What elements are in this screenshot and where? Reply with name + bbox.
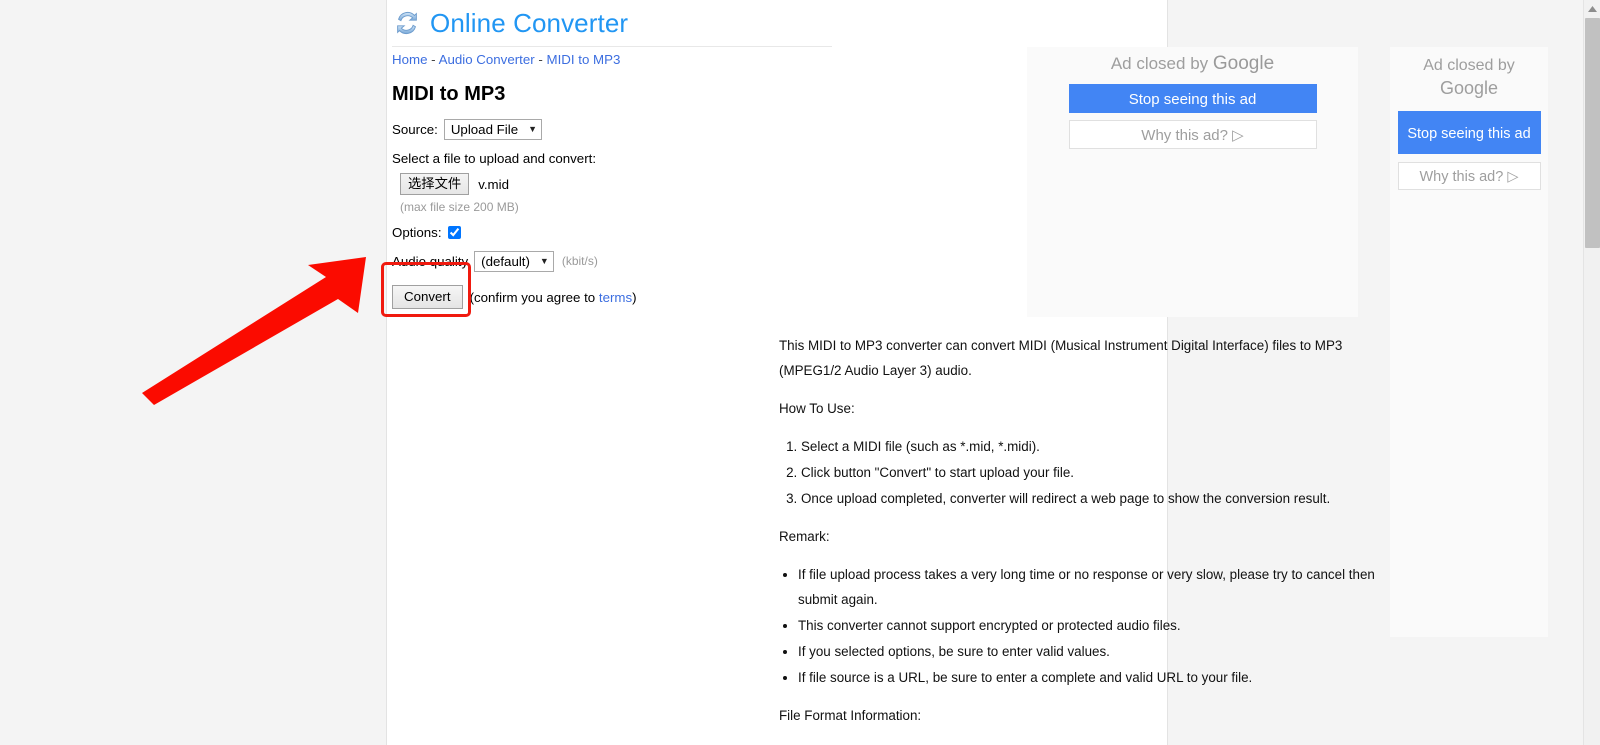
list-item: If file source is a URL, be sure to ente… (798, 665, 1394, 690)
terms-note: (confirm you agree to terms) (470, 290, 637, 305)
file-input-row: 选择文件 v.mid (400, 173, 642, 195)
right-ad-stop-seeing-button[interactable]: Stop seeing this ad (1397, 111, 1541, 154)
audio-quality-row: Audio quality (default) ▼ (kbit/s) (392, 251, 642, 272)
list-item: Click button "Convert" to start upload y… (801, 460, 1394, 485)
list-item: If file upload process takes a very long… (798, 562, 1394, 612)
options-label: Options: (392, 225, 442, 240)
header-divider (392, 46, 832, 47)
chevron-down-icon: ▼ (539, 256, 549, 266)
page-title: MIDI to MP3 (392, 83, 506, 105)
list-item: If you selected options, be sure to ente… (798, 639, 1394, 664)
audio-quality-select[interactable]: (default) ▼ (474, 251, 554, 272)
list-item: Once upload completed, converter will re… (801, 486, 1394, 511)
breadcrumb-item-audio-converter[interactable]: Audio Converter (439, 52, 535, 67)
source-row: Source: Upload File ▼ (392, 119, 642, 140)
audio-quality-label: Audio quality (392, 254, 469, 269)
list-item: Select a MIDI file (such as *.mid, *.mid… (801, 434, 1394, 459)
scroll-up-arrow-icon[interactable] (1584, 0, 1600, 17)
select-file-label: Select a file to upload and convert: (392, 151, 597, 166)
source-select-value: Upload File (450, 122, 519, 137)
breadcrumb-item-midi-to-mp3[interactable]: MIDI to MP3 (547, 52, 621, 67)
audio-quality-select-value: (default) (481, 254, 530, 269)
browser-viewport: Online Converter Home - Audio Converter … (0, 0, 1600, 745)
max-file-size-note: (max file size 200 MB) (400, 200, 519, 214)
site-header: Online Converter (387, 0, 1169, 46)
inline-ad-google-brand: Google (1212, 53, 1275, 74)
remark-heading: Remark: (779, 529, 830, 544)
remark-list: If file upload process takes a very long… (779, 562, 1394, 690)
chevron-down-icon: ▼ (528, 124, 538, 134)
convert-button[interactable]: Convert (392, 285, 463, 309)
inline-ad-closed-label: Ad closed by Google (1111, 53, 1274, 75)
body-copy: This MIDI to MP3 converter can convert M… (779, 333, 1394, 745)
audio-quality-unit: (kbit/s) (561, 254, 598, 268)
inline-ad-block: Ad closed by Google Stop seeing this ad … (1027, 47, 1358, 317)
play-triangle-icon: ▷ (1232, 127, 1244, 144)
breadcrumb: Home - Audio Converter - MIDI to MP3 (392, 50, 642, 70)
play-triangle-icon: ▷ (1507, 169, 1519, 185)
list-item: This converter cannot support encrypted … (798, 613, 1394, 638)
breadcrumb-separator: - (534, 52, 547, 67)
right-ad-why-label: Why this ad? (1419, 169, 1504, 185)
inline-ad-closed-prefix: Ad closed by (1110, 54, 1209, 73)
refresh-arrows-icon (392, 8, 422, 38)
list-item: MIDI (Musical Instrument Digital Interfa… (798, 741, 1394, 745)
breadcrumb-separator: - (427, 52, 439, 67)
intro-paragraph: This MIDI to MP3 converter can convert M… (779, 338, 1343, 378)
vertical-scrollbar[interactable] (1583, 0, 1600, 745)
site-title: Online Converter (430, 7, 629, 38)
breadcrumb-item-home[interactable]: Home (392, 52, 427, 67)
file-format-heading: File Format Information: (779, 708, 922, 723)
file-format-list: MIDI (Musical Instrument Digital Interfa… (779, 741, 1394, 745)
terms-note-prefix: (confirm you agree to (469, 289, 599, 305)
choose-file-button[interactable]: 选择文件 (400, 173, 470, 195)
options-row: Options: (392, 224, 642, 241)
inline-ad-stop-seeing-button[interactable]: Stop seeing this ad (1068, 84, 1317, 113)
selected-file-name: v.mid (478, 176, 509, 192)
terms-link[interactable]: terms (599, 290, 632, 305)
red-arrow-annotation (142, 257, 366, 405)
right-ad-closed-label: Ad closed by Google (1423, 55, 1515, 101)
scrollbar-thumb[interactable] (1585, 18, 1600, 248)
how-to-use-heading: How To Use: (779, 401, 855, 416)
source-label: Source: (392, 122, 438, 137)
convert-row: Convert (confirm you agree to terms) (392, 285, 642, 309)
inline-ad-why-label: Why this ad? (1141, 127, 1228, 144)
right-ad-closed-prefix: Ad closed by (1423, 57, 1515, 74)
right-ad-why-this-ad-button[interactable]: Why this ad? ▷ (1397, 162, 1541, 190)
how-to-use-list: Select a MIDI file (such as *.mid, *.mid… (779, 434, 1394, 511)
page-content-sheet: Online Converter Home - Audio Converter … (386, 0, 1548, 745)
right-ad-google-brand: Google (1439, 78, 1499, 98)
inline-ad-why-this-ad-button[interactable]: Why this ad? ▷ (1068, 120, 1317, 149)
source-select[interactable]: Upload File ▼ (443, 119, 543, 140)
left-column: Home - Audio Converter - MIDI to MP3 MID… (392, 50, 642, 309)
right-ad-block: Ad closed by Google Stop seeing this ad … (1390, 47, 1548, 637)
options-checkbox[interactable] (447, 226, 461, 239)
terms-note-suffix: ) (632, 289, 637, 305)
